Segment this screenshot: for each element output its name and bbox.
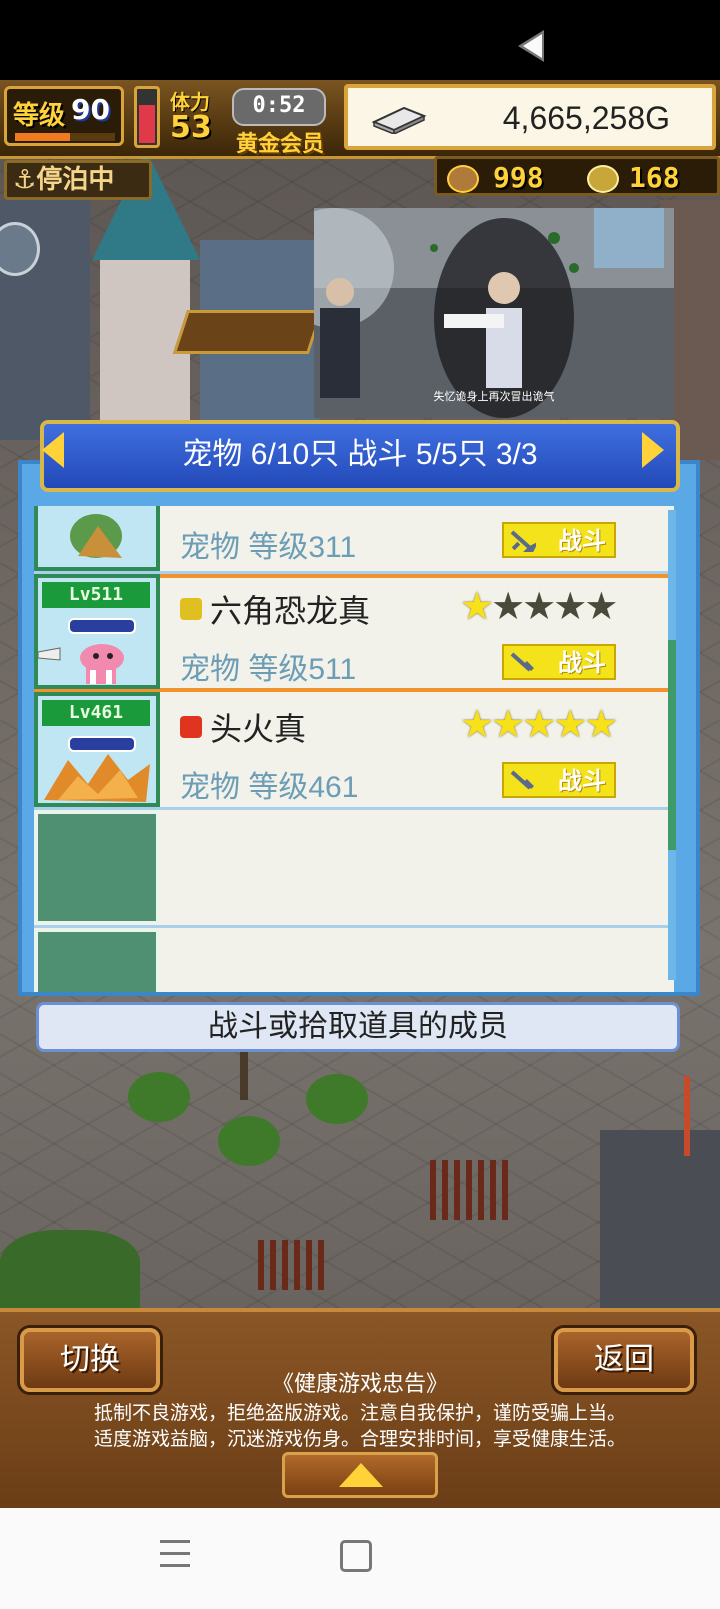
membership-label: 黄金会员 (236, 132, 325, 157)
fire-element-icon (180, 716, 202, 738)
prev-page-arrow[interactable] (42, 432, 64, 468)
wood-resource-icon (447, 165, 479, 193)
empty-pet-slot[interactable] (34, 810, 674, 928)
pet-thumbnail (34, 506, 160, 571)
level-value: 90 (71, 93, 110, 126)
panel-info-bar: 战斗或拾取道具的成员 (36, 1002, 680, 1052)
pet-sprite-axolotl (38, 644, 124, 684)
stamina-gauge (134, 86, 160, 148)
recents-menu-icon[interactable] (160, 1540, 190, 1570)
star-empty-icon: ★ (584, 584, 618, 628)
expand-up-button[interactable] (282, 1452, 438, 1498)
gold-amount: 4,665,258G (502, 100, 670, 136)
dock-status-label: 停泊中 (36, 165, 115, 195)
level-label: 等级 (13, 101, 66, 131)
level-panel: 等级 90 (4, 86, 124, 146)
pet-row[interactable]: Lv461 头火真 ★★★★★ 宠物 等级461 战斗 (34, 692, 674, 810)
pet-panel-header: 宠物 6/10只 战斗 5/5只 3/3 (40, 420, 680, 492)
home-icon[interactable] (340, 1540, 372, 1572)
sword-icon (510, 530, 536, 552)
stamina-stat: 体力 53 0:52 黄金会员 (166, 84, 336, 157)
stone-building (600, 1130, 720, 1310)
up-arrow-icon (339, 1463, 383, 1487)
health-notice-line-2: 适度游戏益脑，沉迷游戏伤身。合理安排时间，享受健康生活。 (93, 1429, 626, 1450)
resource-1-value: 998 (493, 161, 544, 194)
tree (306, 1074, 368, 1124)
sword-icon (510, 652, 534, 672)
pet-level-text: 宠物 等级511 (180, 653, 357, 686)
empty-pet-slot[interactable] (34, 928, 674, 992)
battle-label: 战斗 (558, 767, 606, 795)
battle-badge[interactable]: 战斗 (502, 762, 616, 798)
pet-lv-tag: Lv461 (42, 700, 150, 726)
pet-list[interactable]: 宠物 等级311 战斗 Lv511 六角恐龙真 ★★★★★ 宠物 等级511 战… (34, 506, 674, 992)
tree (128, 1072, 190, 1122)
stamina-gauge-fill (139, 105, 155, 143)
status-bar-area (0, 0, 720, 80)
health-notice-line-1: 抵制不良游戏，拒绝盗版游戏。注意自我保护，谨防受骗上当。 (93, 1403, 626, 1424)
level-progress-bar (15, 133, 115, 141)
fence (430, 1160, 514, 1220)
battle-label: 战斗 (558, 527, 606, 555)
video-frame-image (314, 208, 674, 418)
star-filled-icon: ★ (491, 702, 525, 746)
pet-list-frame: 宠物 等级311 战斗 Lv511 六角恐龙真 ★★★★★ 宠物 等级511 战… (18, 460, 700, 996)
star-filled-icon: ★ (460, 702, 494, 746)
health-notice-title: 《健康游戏忠告》 (271, 1371, 448, 1396)
back-triangle-inner (523, 34, 542, 58)
pet-name: 六角恐龙真 (210, 593, 371, 629)
resource-2-value: 168 (629, 161, 680, 194)
system-navigation-bar (0, 1508, 720, 1609)
pet-thumbnail: Lv511 (34, 574, 160, 689)
pet-thumbnail: Lv461 (34, 692, 160, 807)
battle-badge[interactable]: 战斗 (502, 522, 616, 558)
sword-icon (510, 770, 534, 790)
fence (258, 1240, 328, 1290)
gold-panel[interactable]: 4,665,258G (344, 84, 716, 150)
empty-thumbnail (34, 928, 160, 992)
battle-badge[interactable]: 战斗 (502, 644, 616, 680)
pet-lv-tag: Lv511 (42, 582, 150, 608)
flag-pole (684, 1076, 690, 1156)
element-icon (180, 598, 202, 620)
bush (0, 1230, 140, 1310)
video-overlay[interactable]: 失忆诡身上再次冒出诡气 (314, 208, 674, 418)
video-caption: 失忆诡身上再次冒出诡气 (433, 390, 555, 403)
star-empty-icon: ★ (491, 584, 525, 628)
ship-sign (172, 310, 324, 354)
star-filled-icon: ★ (522, 702, 556, 746)
battle-label: 战斗 (558, 649, 606, 677)
pet-list-scroll-thumb[interactable] (668, 640, 676, 850)
level-progress-fill (15, 133, 70, 141)
pet-sprite-fire-dragon (44, 754, 150, 802)
pet-row[interactable]: 宠物 等级311 战斗 (34, 506, 674, 574)
silver-bar-icon (371, 106, 427, 134)
timer-display: 0:52 (232, 88, 326, 126)
star-filled-icon: ★ (553, 702, 587, 746)
star-empty-icon: ★ (522, 584, 556, 628)
pet-name: 头火真 (210, 711, 307, 747)
next-page-arrow[interactable] (642, 432, 664, 468)
medal-resource-icon (587, 165, 619, 193)
dock-status-badge[interactable]: ⚓停泊中 (4, 160, 152, 200)
pet-star-rating: ★★★★★ (460, 702, 618, 746)
star-empty-icon: ★ (553, 584, 587, 628)
pet-level-text: 宠物 等级461 (180, 771, 359, 804)
anchor-icon: ⚓ (13, 165, 37, 195)
star-filled-icon: ★ (584, 702, 618, 746)
pet-row-selected[interactable]: Lv511 六角恐龙真 ★★★★★ 宠物 等级511 战斗 (34, 574, 674, 692)
stamina-value: 53 (170, 110, 212, 145)
pet-sprite (70, 514, 122, 558)
resource-panel: 998 168 (434, 156, 720, 196)
pet-star-rating: ★★★★★ (460, 584, 618, 628)
star-filled-icon: ★ (460, 584, 494, 628)
pet-level-text: 宠物 等级311 (180, 531, 357, 564)
tree (218, 1116, 280, 1166)
empty-thumbnail (34, 810, 160, 925)
